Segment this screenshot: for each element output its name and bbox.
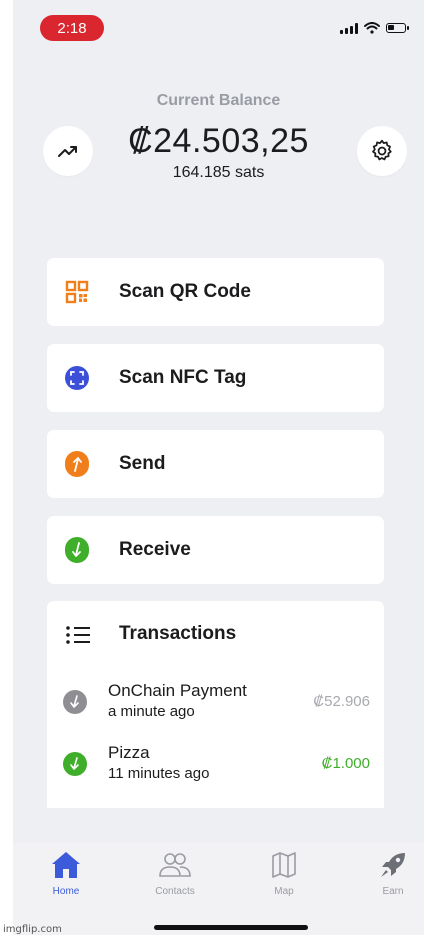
send-button[interactable]: Send (47, 430, 384, 498)
tab-map-label: Map (274, 886, 294, 897)
scan-nfc-tag-button[interactable]: Scan NFC Tag (47, 344, 384, 412)
home-indicator (154, 925, 308, 930)
tab-earn[interactable]: Earn (353, 848, 424, 897)
tab-home[interactable]: Home (26, 848, 106, 897)
transaction-time: a minute ago (108, 703, 195, 720)
receive-label: Receive (119, 539, 191, 560)
receive-button[interactable]: Receive (47, 516, 384, 584)
tab-earn-label: Earn (382, 886, 404, 897)
status-time: 2:18 (40, 15, 104, 41)
tab-contacts[interactable]: Contacts (135, 848, 215, 897)
transaction-amount: ₡52.906 (313, 693, 370, 710)
receive-arrow-icon (63, 690, 87, 714)
transaction-time: 11 minutes ago (108, 765, 210, 782)
tab-map[interactable]: Map (244, 848, 324, 897)
transaction-title: OnChain Payment (108, 681, 247, 700)
tab-home-label: Home (52, 886, 80, 897)
rocket-icon (353, 848, 424, 882)
transactions-panel: Transactions OnChain Payment a minute ag… (47, 601, 384, 808)
phone-screen: 2:18 Current Balance ₡24.503,25 164.185 … (13, 0, 424, 935)
list-icon (65, 624, 91, 651)
wifi-icon (364, 22, 380, 34)
gear-icon (372, 139, 392, 161)
nfc-scan-icon (65, 366, 89, 390)
send-label: Send (119, 453, 166, 474)
scan-qr-code-label: Scan QR Code (119, 281, 251, 302)
status-icons (340, 22, 409, 34)
home-icon (26, 848, 106, 882)
contacts-icon (135, 848, 215, 882)
tab-bar: Home Contacts Map Earn (13, 843, 424, 935)
transaction-title: Pizza (108, 743, 150, 762)
send-arrow-icon (65, 451, 89, 477)
signal-icon (340, 22, 358, 34)
map-icon (244, 848, 324, 882)
scan-nfc-tag-label: Scan NFC Tag (119, 367, 247, 388)
transaction-row[interactable]: OnChain Payment a minute ago ₡52.906 (47, 679, 384, 725)
price-chart-button[interactable] (43, 126, 93, 176)
qr-code-icon (65, 280, 89, 304)
battery-icon (386, 23, 409, 33)
settings-button[interactable] (357, 126, 407, 176)
status-bar: 2:18 (13, 0, 424, 50)
balance-label: Current Balance (156, 92, 281, 109)
receive-arrow-icon (63, 752, 87, 776)
transaction-amount: ₡1.000 (321, 755, 370, 772)
transaction-row[interactable]: Pizza 11 minutes ago ₡1.000 (47, 741, 384, 787)
transactions-header[interactable]: Transactions (47, 601, 384, 669)
transactions-title: Transactions (119, 623, 237, 644)
tab-contacts-label: Contacts (155, 886, 195, 897)
watermark: imgflip.com (3, 924, 62, 935)
scan-qr-code-button[interactable]: Scan QR Code (47, 258, 384, 326)
receive-arrow-icon (65, 537, 89, 563)
trending-up-icon (58, 146, 77, 157)
